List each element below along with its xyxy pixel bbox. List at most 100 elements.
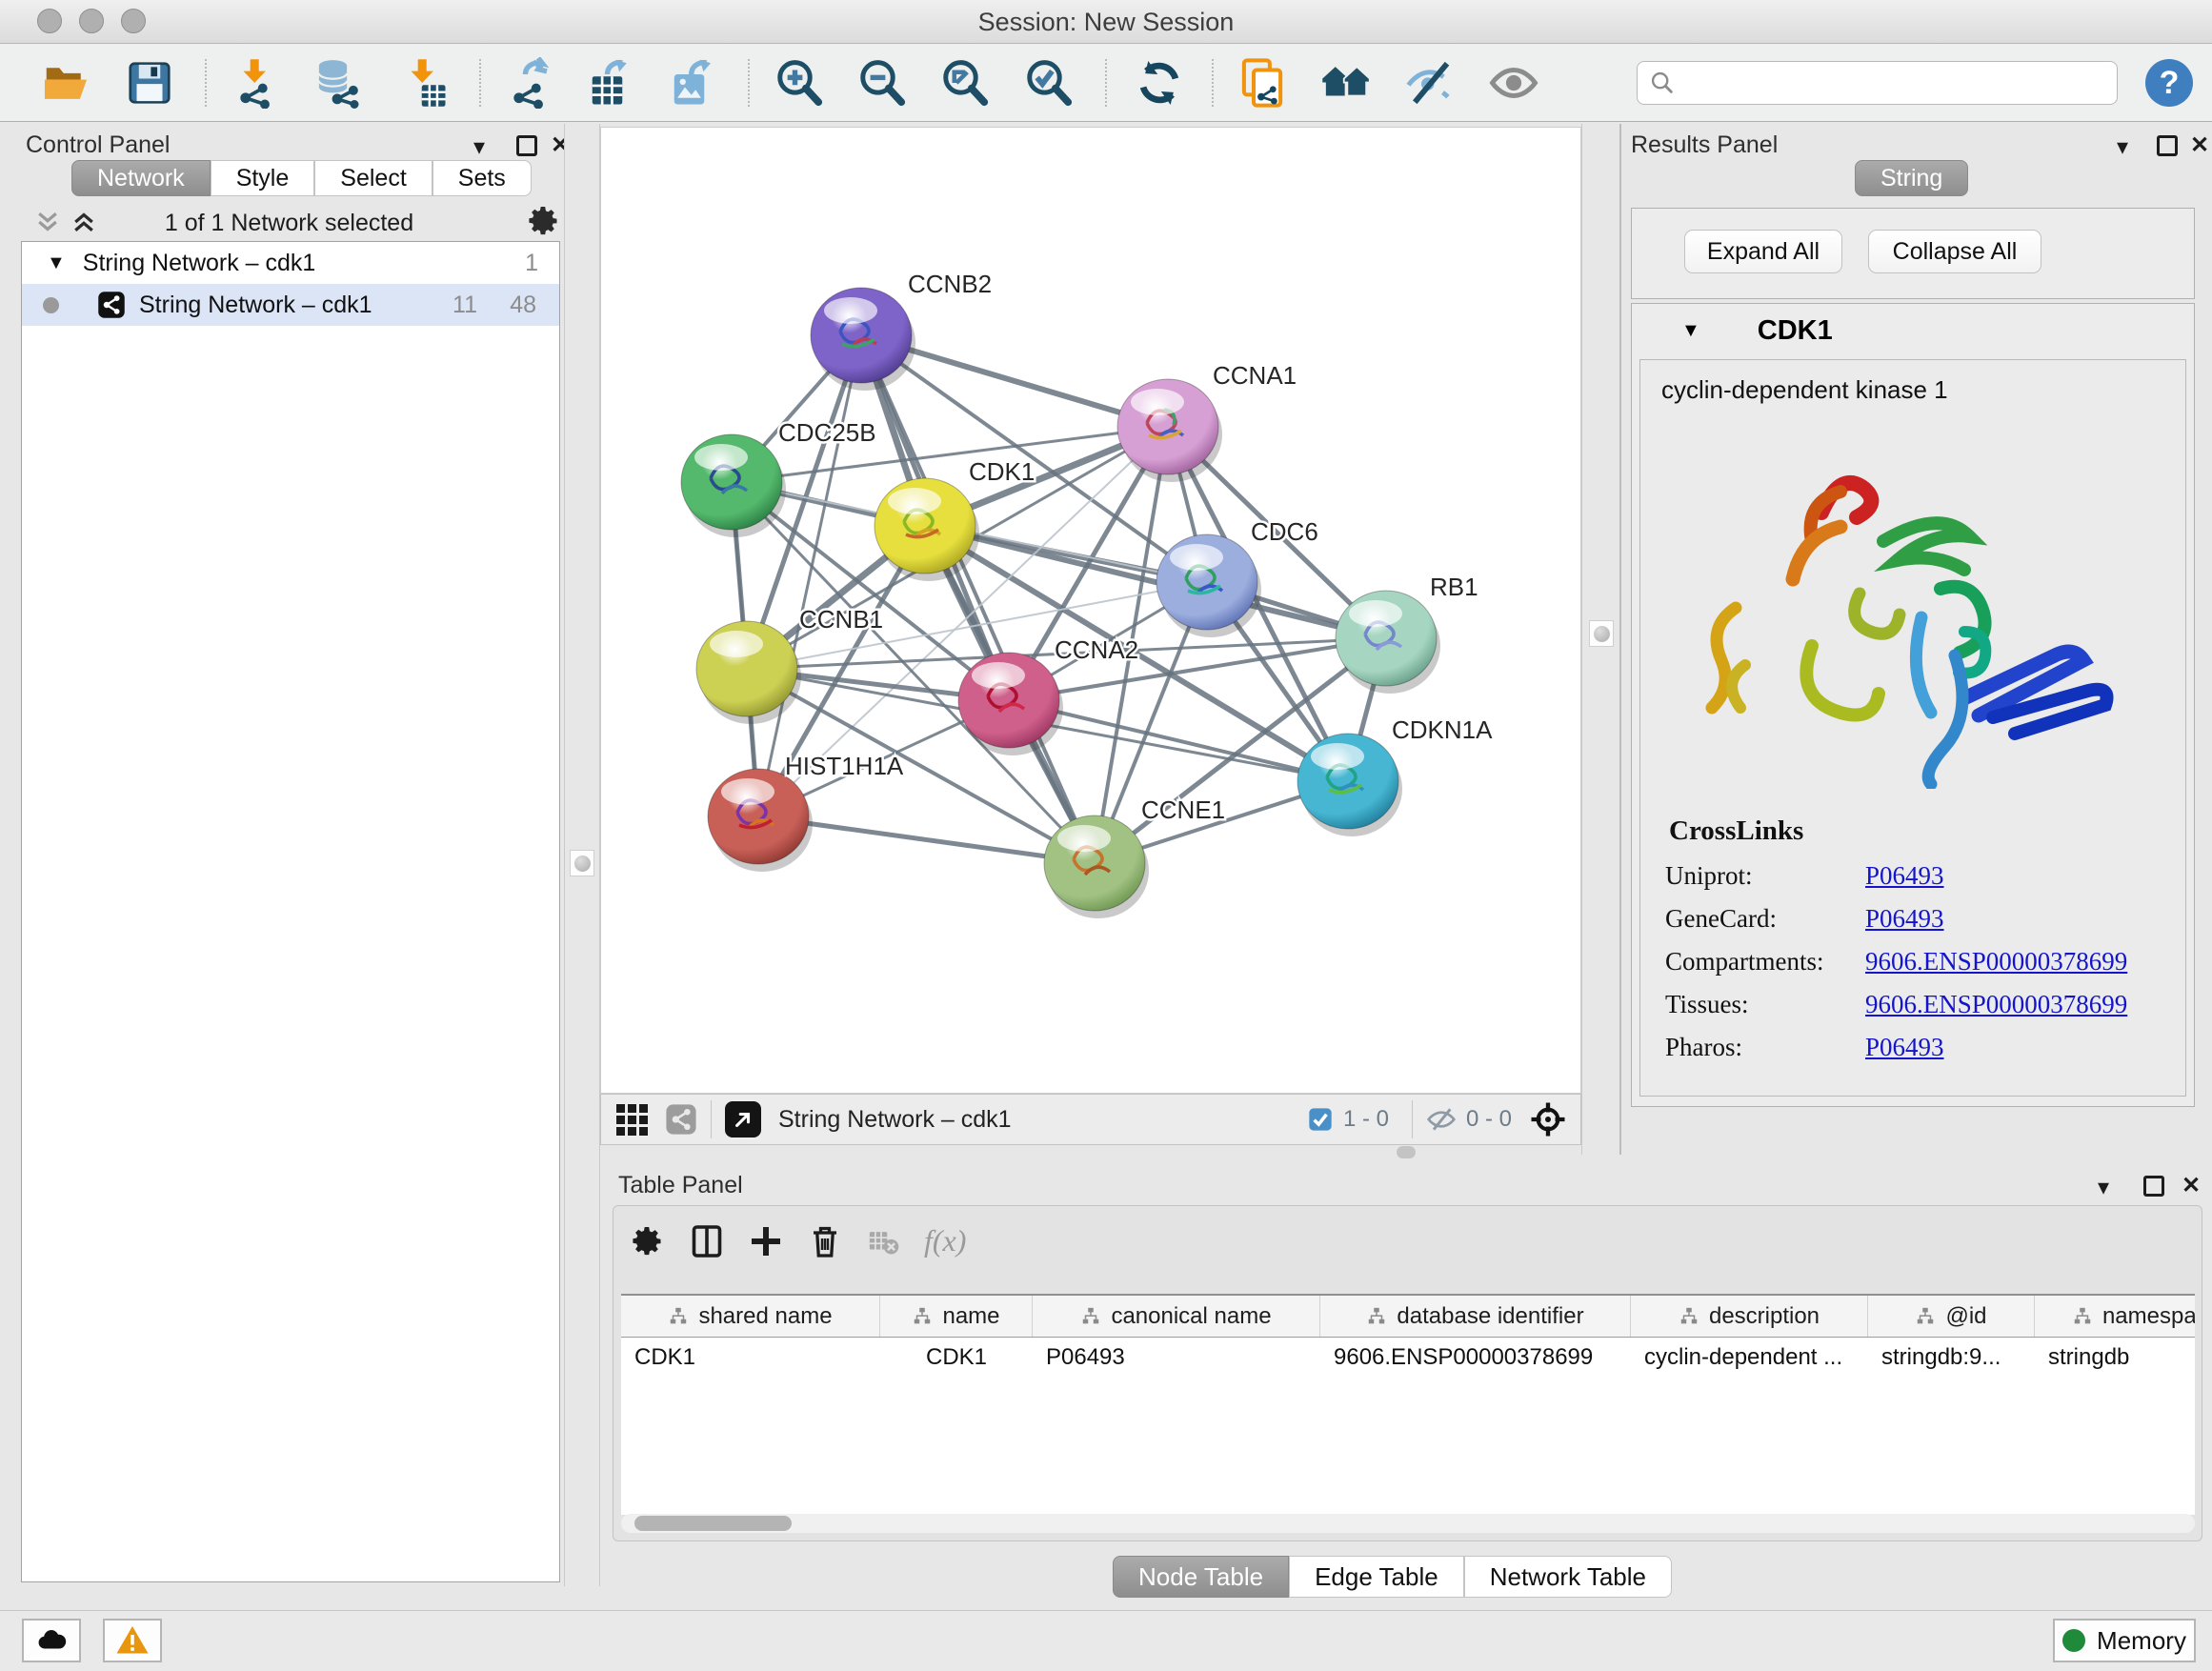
table-type-tabs: Node TableEdge TableNetwork Table [1113,1556,1672,1598]
float-panel-icon[interactable] [2143,1176,2164,1197]
search-bar[interactable] [1637,61,2118,105]
right-splitter[interactable] [1581,124,1621,1155]
float-panel-icon[interactable] [516,135,537,156]
import-network-from-database-icon[interactable] [310,55,365,111]
column-header-name[interactable]: name [880,1296,1033,1337]
network-node-cdc6[interactable]: CDC6 [1156,517,1318,637]
column-header-id[interactable]: @id [1868,1296,2035,1337]
tab-network[interactable]: Network [71,160,211,196]
refresh-icon[interactable] [1132,55,1187,111]
preview-eye-icon[interactable] [1486,55,1541,111]
left-splitter-handle[interactable] [570,850,594,876]
crosslink-link[interactable]: P06493 [1865,861,1944,891]
table-cell[interactable]: CDK1 [880,1338,1033,1379]
column-header-canonical-name[interactable]: canonical name [1033,1296,1320,1337]
import-network-icon[interactable] [229,55,284,111]
network-row-selected[interactable]: String Network – cdk1 11 48 [22,284,559,326]
table-horizontal-scrollbar[interactable] [621,1514,2195,1533]
open-session-icon[interactable] [38,55,93,111]
column-header-namespace[interactable]: namespace [2035,1296,2195,1337]
search-input[interactable] [1683,70,2093,96]
function-builder-icon[interactable]: f(x) [924,1223,966,1258]
delete-table-icon[interactable] [867,1225,899,1258]
network-node-ccnb2[interactable]: CCNB2 [811,270,992,391]
panel-menu-icon[interactable]: ▾ [473,133,485,161]
scrollbar-thumb[interactable] [634,1516,792,1531]
table-cell[interactable]: 9606.ENSP00000378699 [1320,1338,1631,1379]
show-columns-icon[interactable] [690,1224,724,1258]
cloud-button[interactable] [22,1619,81,1662]
horizontal-splitter[interactable] [600,1145,1581,1155]
table-settings-gear-icon[interactable] [631,1224,665,1258]
network-overview-icon[interactable] [665,1103,697,1136]
help-button[interactable]: ? [2145,59,2193,107]
memory-button[interactable]: Memory [2053,1619,2196,1662]
expand-all-button[interactable]: Expand All [1684,230,1842,273]
save-session-icon[interactable] [122,55,177,111]
table-row[interactable]: CDK1CDK1P064939606.ENSP00000378699cyclin… [621,1338,2195,1379]
crosslink-link[interactable]: P06493 [1865,904,1944,934]
export-network-icon[interactable] [502,55,557,111]
table-cell[interactable]: P06493 [1033,1338,1320,1379]
network-options-gear-icon[interactable] [527,204,561,243]
node-details-header[interactable]: ▼ CDK1 [1632,304,2194,357]
network-collection-row[interactable]: ▼ String Network – cdk1 1 [22,242,559,284]
network-node-cdk1[interactable]: CDK1 [875,457,1035,581]
zoom-selected-icon[interactable] [1021,55,1076,111]
network-graph[interactable]: CCNB2CCNA1CDC25BCDK1CDC6RB1CCNB1CCNA2CDK… [601,128,1580,1093]
export-table-icon[interactable] [584,55,639,111]
warnings-button[interactable] [103,1619,162,1662]
add-column-icon[interactable] [749,1224,783,1258]
duplicate-network-icon[interactable] [1235,55,1290,111]
collapse-all-button[interactable]: Collapse All [1868,230,2041,273]
column-header-database-identifier[interactable]: database identifier [1320,1296,1631,1337]
column-header-shared-name[interactable]: shared name [621,1296,880,1337]
show-hide-graphics-icon[interactable] [1402,55,1458,111]
left-splitter[interactable] [564,124,600,1586]
tab-select[interactable]: Select [314,160,432,196]
home-pages-icon[interactable] [1318,55,1374,111]
float-panel-icon[interactable] [2157,135,2178,156]
zoom-fit-icon[interactable] [937,55,993,111]
network-edge[interactable] [861,335,1095,863]
collapse-section-icon[interactable]: ▼ [1681,320,1700,342]
tab-sets[interactable]: Sets [432,160,532,196]
crosslink-link[interactable]: P06493 [1865,1033,1944,1062]
export-image-icon[interactable] [666,55,721,111]
close-panel-icon[interactable]: ✕ [2182,1172,2201,1199]
question-mark-icon: ? [2160,65,2180,102]
table-cell[interactable]: cyclin-dependent ... [1631,1338,1868,1379]
fit-content-crosshair-icon[interactable] [1529,1100,1567,1138]
network-edge[interactable] [758,335,861,816]
tab-network-table[interactable]: Network Table [1464,1556,1672,1598]
panel-menu-icon[interactable]: ▾ [2117,133,2128,161]
zoom-in-icon[interactable] [772,55,827,111]
network-canvas[interactable]: CCNB2CCNA1CDC25BCDK1CDC6RB1CCNB1CCNA2CDK… [600,127,1581,1094]
delete-column-trash-icon[interactable] [808,1224,842,1258]
crosslink-link[interactable]: 9606.ENSP00000378699 [1865,947,2127,976]
table-cell[interactable]: stringdb [2035,1338,2195,1379]
zoom-out-icon[interactable] [855,55,910,111]
column-header-description[interactable]: description [1631,1296,1868,1337]
crosslink-link[interactable]: 9606.ENSP00000378699 [1865,990,2127,1019]
tab-string[interactable]: String [1855,160,1968,196]
detach-view-icon[interactable] [725,1101,761,1137]
network-node-hist1h1a[interactable]: HIST1H1A [708,752,904,872]
network-node-rb1[interactable]: RB1 [1336,573,1478,694]
toolbar-divider [711,1100,712,1138]
close-panel-icon[interactable]: ✕ [2190,131,2209,159]
right-splitter-handle[interactable] [1589,620,1614,647]
selected-checkbox-icon[interactable] [1307,1106,1334,1133]
import-table-icon[interactable] [396,55,452,111]
table-cell[interactable]: CDK1 [621,1338,880,1379]
panel-menu-icon[interactable]: ▾ [2098,1174,2109,1201]
network-node-ccna1[interactable]: CCNA1 [1117,361,1297,482]
network-node-cdkn1a[interactable]: CDKN1A [1297,715,1493,836]
tab-style[interactable]: Style [211,160,315,196]
tab-node-table[interactable]: Node Table [1113,1556,1289,1598]
hidden-eye-slash-icon[interactable] [1426,1104,1457,1135]
table-cell[interactable]: stringdb:9... [1868,1338,2035,1379]
tab-edge-table[interactable]: Edge Table [1289,1556,1464,1598]
birds-eye-grid-icon[interactable] [616,1104,648,1136]
tree-expand-icon[interactable]: ▼ [47,252,66,274]
